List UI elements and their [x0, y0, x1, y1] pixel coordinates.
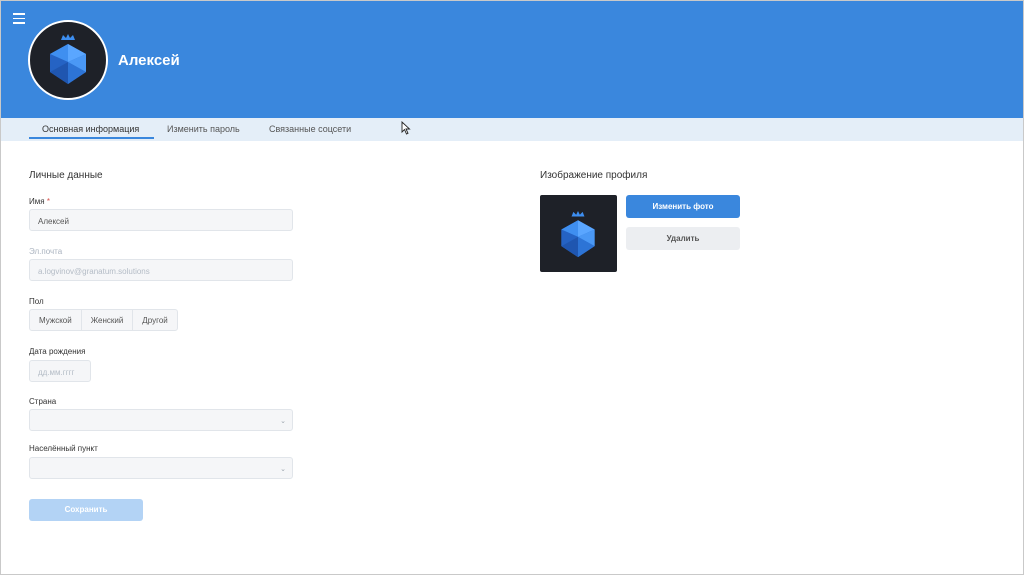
gender-option-other[interactable]: Другой: [133, 310, 176, 330]
required-mark: *: [46, 197, 50, 206]
gender-option-male[interactable]: Мужской: [30, 310, 82, 330]
hamburger-menu-icon[interactable]: [13, 13, 27, 24]
delete-photo-button[interactable]: Удалить: [626, 227, 740, 250]
name-input[interactable]: Алексей: [29, 209, 293, 231]
name-label: Имя *: [29, 197, 50, 206]
tab-basic-info[interactable]: Основная информация: [42, 124, 139, 134]
gender-selector: Мужской Женский Другой: [29, 309, 178, 331]
gender-label: Пол: [29, 297, 44, 306]
active-tab-indicator: [29, 137, 154, 139]
crowned-gem-icon: [50, 34, 86, 84]
profile-tabs: Основная информация Изменить пароль Связ…: [1, 118, 1023, 141]
app-window: Алексей Основная информация Изменить пар…: [0, 0, 1024, 575]
user-name: Алексей: [118, 52, 180, 69]
save-button[interactable]: Сохранить: [29, 499, 143, 521]
city-label: Населённый пункт: [29, 444, 98, 453]
profile-photo: [540, 195, 617, 272]
chevron-down-icon: ⌄: [280, 418, 286, 425]
mouse-cursor-icon: [401, 121, 411, 135]
tab-change-password[interactable]: Изменить пароль: [167, 124, 240, 134]
profile-header: Алексей: [1, 1, 1023, 118]
birthdate-label: Дата рождения: [29, 347, 86, 356]
email-label: Эл.почта: [29, 247, 63, 256]
change-photo-button[interactable]: Изменить фото: [626, 195, 740, 218]
gender-option-female[interactable]: Женский: [82, 310, 134, 330]
name-label-text: Имя: [29, 197, 45, 206]
personal-data-title: Личные данные: [29, 170, 103, 181]
email-input: a.logvinov@granatum.solutions: [29, 259, 293, 281]
tab-linked-social[interactable]: Связанные соцсети: [269, 124, 351, 134]
chevron-down-icon: ⌄: [280, 466, 286, 473]
country-select[interactable]: ⌄: [29, 409, 293, 431]
city-select[interactable]: ⌄: [29, 457, 293, 479]
crowned-gem-icon: [561, 211, 595, 258]
profile-image-title: Изображение профиля: [540, 170, 648, 181]
avatar: [28, 20, 108, 100]
birthdate-input[interactable]: дд.мм.гггг: [29, 360, 91, 382]
country-label: Страна: [29, 397, 57, 406]
